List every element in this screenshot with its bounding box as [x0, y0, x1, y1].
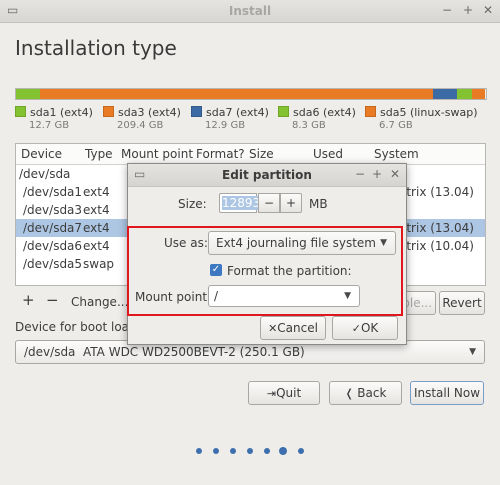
title-bar: ▭ Install − + ✕: [0, 0, 500, 23]
minimize-icon[interactable]: −: [355, 167, 365, 181]
legend-size: 209.4 GB: [117, 120, 164, 131]
legend-name: sda3 (ext4): [118, 106, 181, 119]
device-cell: /dev/sda3: [23, 203, 83, 217]
legend-item: sda1 (ext4) 12.7 GB: [15, 106, 93, 131]
boot-device-description: ATA WDC WD2500BEVT-2 (250.1 GB): [83, 345, 305, 359]
column-header[interactable]: Used: [313, 147, 343, 161]
close-icon[interactable]: ✕: [483, 3, 493, 17]
color-swatch: [278, 106, 289, 117]
partition-bar-segment: [432, 89, 457, 99]
column-header[interactable]: Device: [21, 147, 62, 161]
type-cell: ext4: [83, 185, 110, 199]
progress-dot: [213, 448, 219, 454]
type-cell: ext4: [83, 203, 110, 217]
partition-bar-segment: [472, 89, 486, 99]
highlight-box: [127, 226, 403, 316]
legend-name: sda6 (ext4): [293, 106, 356, 119]
quit-button[interactable]: ⇥Quit: [248, 381, 320, 405]
change-partition-button[interactable]: Change...: [71, 295, 128, 309]
progress-dot-current: [279, 447, 287, 455]
color-swatch: [15, 106, 26, 117]
window-title: Install: [228, 4, 272, 18]
type-cell: ext4: [83, 239, 110, 253]
quit-icon: ⇥: [266, 387, 277, 400]
size-unit: MB: [309, 197, 328, 211]
maximize-icon[interactable]: +: [463, 3, 473, 17]
legend-size: 6.7 GB: [379, 120, 413, 131]
device-cell: /dev/sda: [19, 167, 71, 181]
remove-partition-button[interactable]: −: [46, 291, 59, 309]
color-swatch: [191, 106, 202, 117]
size-decrease-button[interactable]: −: [258, 193, 280, 213]
maximize-icon[interactable]: +: [372, 167, 382, 181]
back-icon: ❬: [344, 387, 358, 400]
boot-loader-label: Device for boot loade: [15, 320, 145, 334]
check-icon: ✓: [351, 322, 361, 335]
size-increase-button[interactable]: +: [280, 193, 302, 213]
legend-item: sda5 (linux-swap) 6.7 GB: [365, 106, 478, 131]
system-cell: atrix (13.04): [399, 185, 474, 199]
legend-name: sda7 (ext4): [206, 106, 269, 119]
type-cell: ext4: [83, 221, 110, 235]
partition-bar-segment: [456, 89, 473, 99]
legend-item: sda3 (ext4) 209.4 GB: [103, 106, 181, 131]
chevron-down-icon: ▼: [469, 347, 476, 357]
legend-name: sda5 (linux-swap): [380, 106, 478, 119]
page-title: Installation type: [15, 36, 177, 60]
install-now-button[interactable]: Install Now: [410, 381, 484, 405]
type-cell: swap: [83, 257, 115, 271]
close-icon: ✕: [268, 322, 278, 335]
revert-button[interactable]: Revert: [439, 291, 485, 315]
column-header[interactable]: Mount point: [121, 147, 193, 161]
boot-device: /dev/sda: [24, 345, 76, 359]
ok-button[interactable]: ✓OK: [332, 316, 398, 340]
progress-dot: [298, 448, 304, 454]
device-cell: /dev/sda6: [23, 239, 83, 253]
column-header[interactable]: Size: [249, 147, 274, 161]
color-swatch: [103, 106, 114, 117]
column-header[interactable]: Type: [85, 147, 113, 161]
quit-label: Quit: [276, 386, 302, 400]
cancel-button[interactable]: ✕Cancel: [260, 316, 326, 340]
back-button[interactable]: ❬ Back: [329, 381, 402, 405]
size-label: Size:: [178, 197, 207, 211]
dialog-title-bar: ▭ Edit partition − + ✕: [128, 164, 406, 187]
partition-bar: [15, 88, 487, 100]
back-label: Back: [357, 386, 387, 400]
minimize-icon[interactable]: −: [442, 3, 452, 17]
partition-bar-segment: [16, 89, 40, 99]
legend-size: 8.3 GB: [292, 120, 326, 131]
progress-dot: [230, 448, 236, 454]
cancel-label: Cancel: [277, 321, 318, 335]
device-cell: /dev/sda1: [23, 185, 83, 199]
progress-dot: [247, 448, 253, 454]
legend-size: 12.7 GB: [29, 120, 70, 131]
legend-item: sda6 (ext4) 8.3 GB: [278, 106, 356, 131]
device-cell: /dev/sda7: [23, 221, 83, 235]
table-header: Device Type Mount point Format? Size Use…: [16, 144, 485, 165]
system-cell: atrix (10.04): [399, 239, 474, 253]
progress-dot: [196, 448, 202, 454]
legend-size: 12.9 GB: [205, 120, 246, 131]
add-partition-button[interactable]: +: [22, 291, 35, 309]
size-input[interactable]: 12893: [219, 193, 261, 213]
ok-label: OK: [360, 321, 379, 335]
partition-bar-segment: [39, 89, 433, 99]
legend-name: sda1 (ext4): [30, 106, 93, 119]
size-value: 12893: [222, 196, 261, 210]
close-icon[interactable]: ✕: [390, 167, 400, 181]
color-swatch: [365, 106, 376, 117]
installer-window: ▭ Install − + ✕ Installation type sda1 (…: [0, 0, 500, 485]
legend-item: sda7 (ext4) 12.9 GB: [191, 106, 269, 131]
progress-dot: [264, 448, 270, 454]
system-cell: atrix (13.04): [399, 221, 474, 235]
column-header[interactable]: Format?: [196, 147, 245, 161]
column-header[interactable]: System: [374, 147, 419, 161]
device-cell: /dev/sda5: [23, 257, 83, 271]
